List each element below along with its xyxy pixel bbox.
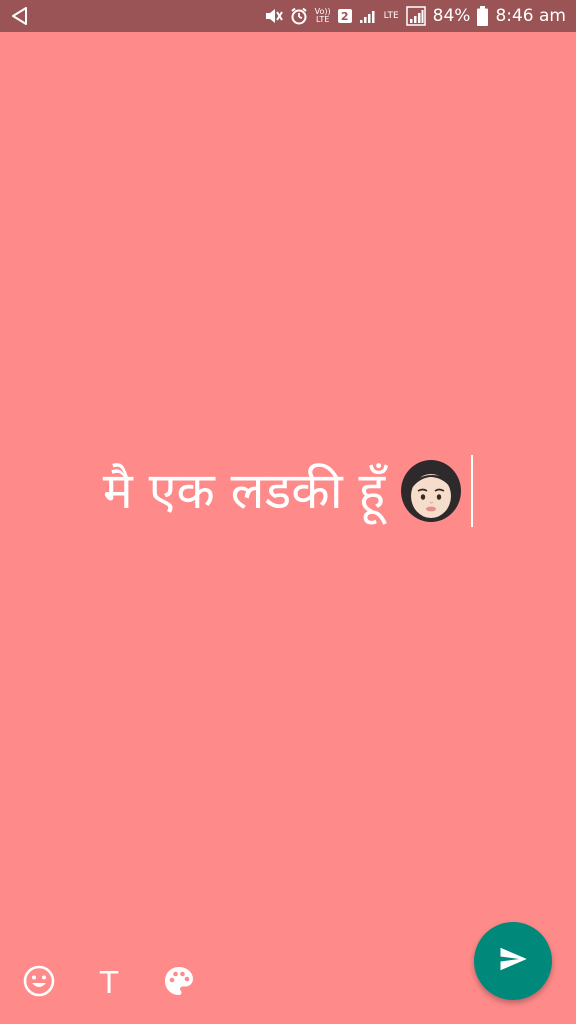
alarm-icon: [290, 7, 308, 25]
text-style-button[interactable]: T: [90, 962, 128, 1004]
signal-bars-small-icon: [359, 8, 377, 24]
battery-icon: [477, 6, 489, 26]
back-triangle-icon[interactable]: [10, 6, 30, 26]
palette-icon: [163, 965, 195, 1001]
smiley-icon: [22, 964, 56, 1002]
sim-slot-badge: 2: [337, 9, 352, 23]
battery-percent: 84%: [432, 6, 471, 26]
lte-label-icon: LTE: [383, 11, 399, 21]
story-text-area[interactable]: मै एक लडकी हूँ: [0, 455, 576, 527]
lte-label: LTE: [383, 11, 399, 21]
mute-vibrate-icon: [263, 7, 283, 25]
emoji-button[interactable]: [20, 962, 58, 1004]
send-button[interactable]: [474, 922, 552, 1000]
text-cursor: [471, 455, 474, 527]
volte-label-bottom: LTE: [316, 15, 330, 24]
status-time: 8:46 am: [495, 6, 566, 26]
color-palette-button[interactable]: [160, 962, 198, 1004]
woman-face-emoji-icon: [397, 457, 465, 525]
bottom-toolbar: T: [20, 962, 198, 1004]
signal-strength-icon: [405, 6, 426, 26]
story-text[interactable]: मै एक लडकी हूँ: [103, 455, 385, 527]
text-tool-label: T: [99, 965, 119, 1001]
status-bar: Vo)) LTE 2 LTE 84% 8:46 am: [0, 0, 576, 32]
volte-icon: Vo)) LTE: [315, 8, 331, 24]
send-icon: [498, 944, 528, 978]
